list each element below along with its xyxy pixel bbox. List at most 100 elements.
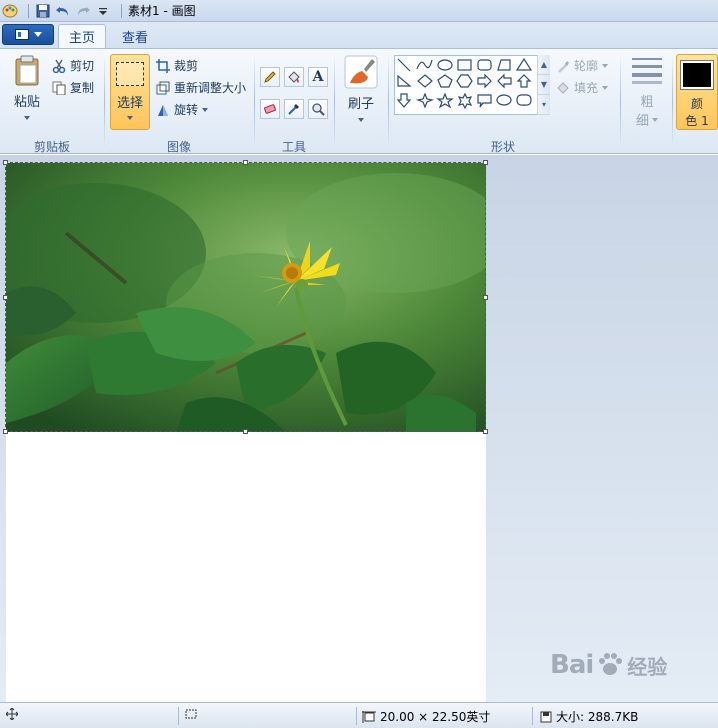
scroll-down-icon[interactable]: ▼ [538,75,550,95]
file-size: 大小: 288.7KB [540,708,638,725]
pencil-icon[interactable] [260,67,280,87]
selection-size-icon [184,708,198,720]
size-label-bottom: 细 [635,114,649,129]
size-label-top: 粗 [640,95,654,110]
window-title: 素材1 - 画图 [128,4,196,18]
resize-button[interactable]: 重新调整大小 [156,79,246,96]
line-shape-icon [397,58,411,72]
chevron-down-icon [202,107,209,112]
fill-bucket-icon[interactable] [284,67,304,87]
pentagon-shape-icon [437,74,453,88]
resize-handle[interactable] [3,429,8,434]
group-separator [334,55,335,149]
resize-handle[interactable] [243,429,248,434]
right-triangle-shape-icon [397,74,412,87]
fill-label: 填充 [574,81,599,95]
undo-icon[interactable] [55,3,71,19]
canvas-workarea [0,155,718,702]
shapes-scrollbar[interactable]: ▲ ▼ ▾ [537,55,550,115]
selection-marquee-icon [116,62,144,86]
paint-app-icon[interactable] [2,3,18,19]
color-picker-icon[interactable] [284,99,304,119]
shapes-gallery: ▲ ▼ ▾ [394,55,550,115]
left-arrow-shape-icon [497,73,512,89]
outline-button[interactable]: 轮廓 [556,57,609,74]
resize-handle[interactable] [3,160,8,165]
app-menu-button[interactable] [2,24,54,45]
rectangle-shape-icon [457,59,472,71]
group-separator [620,55,621,149]
watermark-suffix: 经验 [627,654,668,679]
status-separator [178,707,179,725]
scroll-up-icon[interactable]: ▲ [538,55,550,75]
four-point-star-shape-icon [415,92,435,109]
group-separator [254,55,255,149]
color1-swatch [680,60,714,90]
ribbon-tab-row: 主页 查看 [0,22,718,48]
select-button[interactable]: 选择 [110,54,150,130]
group-label-clipboard: 剪贴板 [33,140,70,154]
copy-button[interactable]: 复制 [52,79,94,96]
resize-handle[interactable] [483,295,488,300]
color1-button[interactable]: 颜 色 1 [676,54,718,130]
resize-handle[interactable] [483,160,488,165]
brush-label: 刷子 [347,97,374,112]
resize-handle[interactable] [3,295,8,300]
shapes-grid [396,57,533,110]
file-size-text: 大小: 288.7KB [556,710,639,724]
paste-button[interactable]: 粘贴 [8,55,46,120]
cursor-position-icon [6,708,18,720]
copy-icon [52,81,66,95]
group-separator [104,55,105,149]
curve-shape-icon [416,59,433,70]
chevron-down-icon [602,85,609,90]
group-separator [388,55,389,149]
chevron-down-icon [358,118,364,122]
outline-label: 轮廓 [574,59,599,73]
fill-icon [557,81,569,94]
tab-view[interactable]: 查看 [112,24,158,48]
text-icon[interactable]: A [308,67,328,87]
magnifier-icon[interactable] [308,99,328,119]
resize-label: 重新调整大小 [174,81,247,95]
oval-shape-icon [437,59,453,71]
crop-button[interactable]: 裁剪 [156,57,198,74]
scissors-icon [52,59,66,73]
eraser-icon[interactable] [260,99,280,119]
ribbon: 粘贴 剪切 复制 剪贴板 选择 裁剪 重新调整大小 旋转 图像 A 工具 刷子 … [0,48,718,154]
resize-handle[interactable] [243,160,248,165]
triangle-shape-icon [515,57,533,71]
right-arrow-shape-icon [477,73,492,89]
gallery-expand-icon[interactable]: ▾ [538,95,550,115]
paste-label: 粘贴 [13,95,40,110]
redo-icon[interactable] [75,3,91,19]
chevron-down-icon [24,116,30,120]
group-label-image: 图像 [166,140,191,154]
chevron-down-icon [602,63,609,68]
size-button[interactable]: 粗 细 [626,55,668,129]
watermark: Bai 经验 [550,650,667,680]
resize-handle[interactable] [483,429,488,434]
copy-label: 复制 [70,81,95,95]
brush-icon [344,55,378,89]
pasted-flower-image[interactable] [6,163,486,432]
cut-button[interactable]: 剪切 [52,57,94,74]
five-point-star-shape-icon [436,92,454,109]
status-separator [356,707,357,725]
save-icon[interactable] [35,3,51,19]
status-separator [532,707,533,725]
rotate-label: 旋转 [174,103,199,117]
rotate-button[interactable]: 旋转 [156,101,209,118]
watermark-brand: Bai [550,650,594,680]
fill-button[interactable]: 填充 [556,79,609,96]
chevron-down-icon [652,117,658,122]
customize-dropdown-icon[interactable] [95,3,111,19]
dimensions-text: 20.00 × 22.50英寸 [380,710,491,724]
document-icon [14,29,29,40]
select-label: 选择 [116,96,143,111]
tab-home[interactable]: 主页 [58,24,106,48]
chevron-down-icon [127,116,133,120]
brush-button[interactable]: 刷子 [340,55,382,122]
separator [28,3,29,18]
diamond-shape-icon [417,74,433,88]
